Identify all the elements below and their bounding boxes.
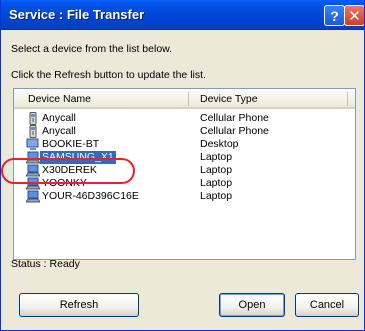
dialog-body: Select a device from the list below. Cli… <box>1 30 364 330</box>
device-type: Laptop <box>200 164 233 176</box>
desktop-icon <box>26 138 40 151</box>
list-header: Device Name Device Type <box>14 89 355 109</box>
file-transfer-dialog: Service : File Transfer ? ✕ Select a dev… <box>0 0 365 331</box>
instruction-refresh: Click the Refresh button to update the l… <box>11 69 206 81</box>
device-type: Desktop <box>200 138 239 150</box>
list-item[interactable]: YOUR-46D396C16E Laptop <box>14 190 355 203</box>
phone-icon <box>26 112 40 125</box>
device-type: Laptop <box>200 190 233 202</box>
open-button[interactable]: Open <box>219 293 285 317</box>
device-type: Laptop <box>200 177 233 189</box>
list-item[interactable]: Anycall Cellular Phone <box>14 112 355 125</box>
annotation-highlight-ring <box>1 158 135 184</box>
device-name: BOOKIE-BT <box>42 138 100 150</box>
refresh-button[interactable]: Refresh <box>19 293 139 317</box>
phone-icon <box>26 125 40 138</box>
help-button[interactable]: ? <box>324 5 345 26</box>
title-bar[interactable]: Service : File Transfer ? ✕ <box>1 0 364 30</box>
device-type: Cellular Phone <box>200 112 269 124</box>
list-item[interactable]: BOOKIE-BT Desktop <box>14 138 355 151</box>
column-divider[interactable] <box>188 92 189 106</box>
device-name: Anycall <box>42 125 76 137</box>
column-device-name[interactable]: Device Name <box>28 93 91 105</box>
list-item[interactable]: Anycall Cellular Phone <box>14 125 355 138</box>
device-type: Laptop <box>200 151 233 163</box>
window-title: Service : File Transfer <box>9 7 145 22</box>
close-button[interactable]: ✕ <box>344 5 364 26</box>
device-type: Cellular Phone <box>200 125 269 137</box>
laptop-icon <box>25 190 41 203</box>
device-name: YOUR-46D396C16E <box>42 190 139 202</box>
column-device-type[interactable]: Device Type <box>200 93 258 105</box>
device-name: Anycall <box>42 112 76 124</box>
instruction-select: Select a device from the list below. <box>11 43 173 55</box>
cancel-button[interactable]: Cancel <box>295 293 359 317</box>
status-text: Status : Ready <box>11 258 80 270</box>
column-divider[interactable] <box>347 92 348 106</box>
